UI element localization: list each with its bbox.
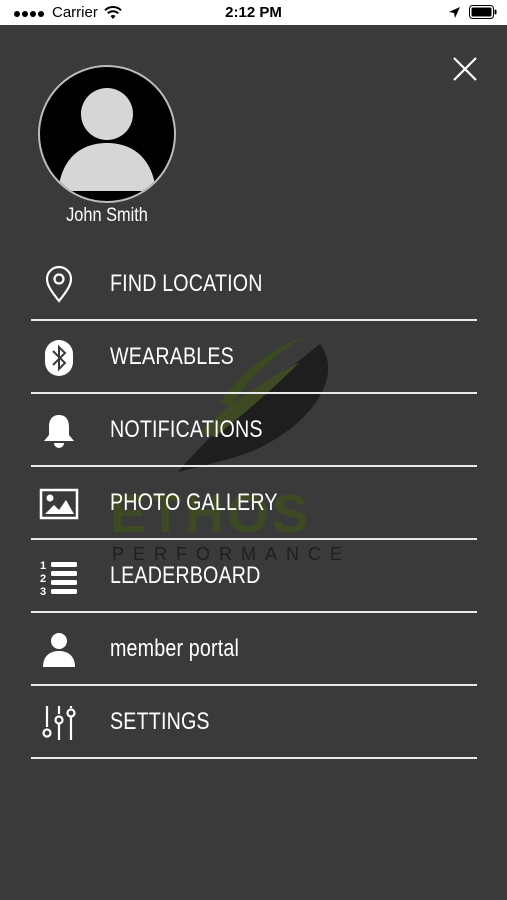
location-pin-icon [45, 265, 73, 303]
menu-label-notifications: NOTIFICATIONS [110, 416, 263, 443]
menu-item-leaderboard[interactable]: 1 2 3 LEADERBOARD [31, 540, 477, 613]
bell-icon [44, 415, 74, 448]
menu-item-member-portal[interactable]: member portal [31, 613, 477, 686]
menu-item-notifications[interactable]: NOTIFICATIONS [31, 394, 477, 467]
profile-name: John Smith [66, 205, 148, 226]
menu-item-find-location[interactable]: FIND LOCATION [31, 248, 477, 321]
svg-text:3: 3 [40, 586, 46, 597]
sliders-icon [42, 706, 76, 740]
menu-item-wearables[interactable]: WEARABLES [31, 321, 477, 394]
location-arrow-icon [449, 6, 460, 18]
image-icon [39, 488, 79, 520]
user-silhouette-icon [58, 88, 156, 191]
menu-item-photo-gallery[interactable]: PHOTO GALLERY [31, 467, 477, 540]
side-menu: FIND LOCATION WEARABLES NOTIFICATIONS PH… [31, 248, 477, 759]
menu-label-member-portal: member portal [110, 635, 240, 662]
battery-icon [469, 5, 497, 19]
svg-text:1: 1 [40, 560, 46, 572]
bluetooth-icon [45, 340, 73, 376]
menu-label-wearables: WEARABLES [110, 343, 234, 370]
close-button[interactable] [452, 56, 478, 82]
numbered-list-icon: 1 2 3 [40, 560, 77, 597]
close-icon [453, 57, 477, 81]
person-icon [43, 633, 75, 667]
avatar[interactable] [38, 65, 176, 203]
menu-label-photo-gallery: PHOTO GALLERY [110, 489, 278, 516]
status-right [448, 5, 497, 19]
status-time: 2:12 PM [225, 4, 282, 21]
menu-label-settings: SETTINGS [110, 708, 210, 735]
menu-label-leaderboard: LEADERBOARD [110, 562, 261, 589]
status-bar: Carrier 2:12 PM [0, 0, 507, 25]
svg-text:2: 2 [40, 573, 46, 585]
menu-item-settings[interactable]: SETTINGS [31, 686, 477, 759]
menu-label-find-location: FIND LOCATION [110, 270, 263, 297]
